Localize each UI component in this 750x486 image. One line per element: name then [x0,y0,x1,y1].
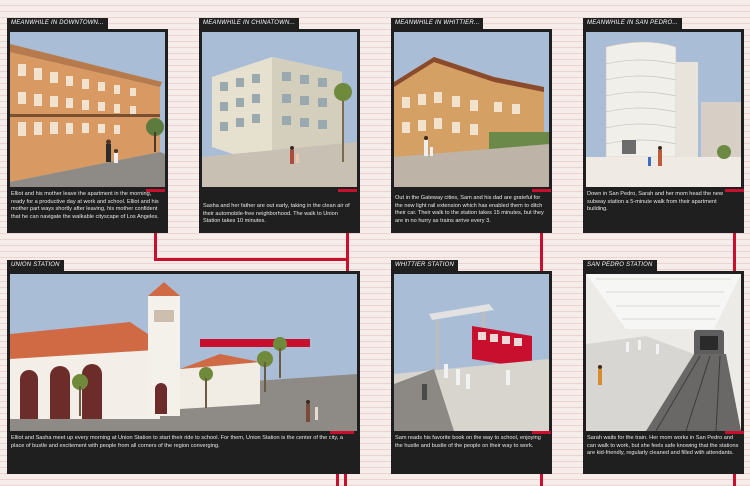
route-marker-sanpedro-station [725,431,744,434]
comic-panel-chinatown: Sasha and her father are out early, taki… [199,29,360,233]
scene-union-station [10,274,357,431]
comic-panel-whittier-station: Sam reads his favorite book on the way t… [391,271,552,474]
panel-tag-chinatown: MEANWHILE IN CHINATOWN... [199,18,300,29]
scene-sanpedro-station [586,274,741,431]
caption-chinatown: Sasha and her father are out early, taki… [203,203,350,225]
panel-tag-downtown: MEANWHILE IN DOWNTOWN... [7,18,108,29]
scene-whittier-station [394,274,549,431]
route-marker-downtown [146,189,165,192]
panel-tag-union-station: UNION STATION [7,260,64,271]
route-marker-sanpedro [725,189,744,192]
panel-tag-sanpedro: MEANWHILE IN SAN PEDRO... [583,18,683,29]
scene-sanpedro [586,32,741,187]
scene-whittier [394,32,549,187]
comic-panel-sanpedro: Down in San Pedro, Sarah and her mom hea… [583,29,744,233]
caption-downtown: Elliot and his mother leave the apartmen… [11,191,159,220]
comic-panel-whittier: Out in the Gateway cities, Sam and his d… [391,29,552,233]
caption-union-station: Elliot and Sasha meet up every morning a… [11,435,343,449]
route-marker-whittier [532,189,551,192]
caption-whittier: Out in the Gateway cities, Sam and his d… [395,195,544,224]
scene-chinatown [202,32,357,187]
panel-tag-whittier: MEANWHILE IN WHITTIER... [391,18,484,29]
comic-panel-union-station: Elliot and Sasha meet up every morning a… [7,271,360,474]
comic-panel-sanpedro-station: Sarah waits for the train. Her mom works… [583,271,744,474]
panel-tag-whittier-station: WHITTIER STATION [391,260,458,271]
route-marker-union-station [330,431,354,434]
route-line-downtown-h [154,258,348,261]
route-marker-whittier-station [532,431,551,434]
route-marker-chinatown [338,189,357,192]
caption-sanpedro-station: Sarah waits for the train. Her mom works… [587,435,739,457]
panel-tag-sanpedro-station: SAN PEDRO STATION [583,260,657,271]
caption-whittier-station: Sam reads his favorite book on the way t… [395,435,541,449]
scene-downtown [10,32,165,187]
caption-sanpedro: Down in San Pedro, Sarah and her mom hea… [587,191,723,213]
comic-panel-downtown: Elliot and his mother leave the apartmen… [7,29,168,233]
